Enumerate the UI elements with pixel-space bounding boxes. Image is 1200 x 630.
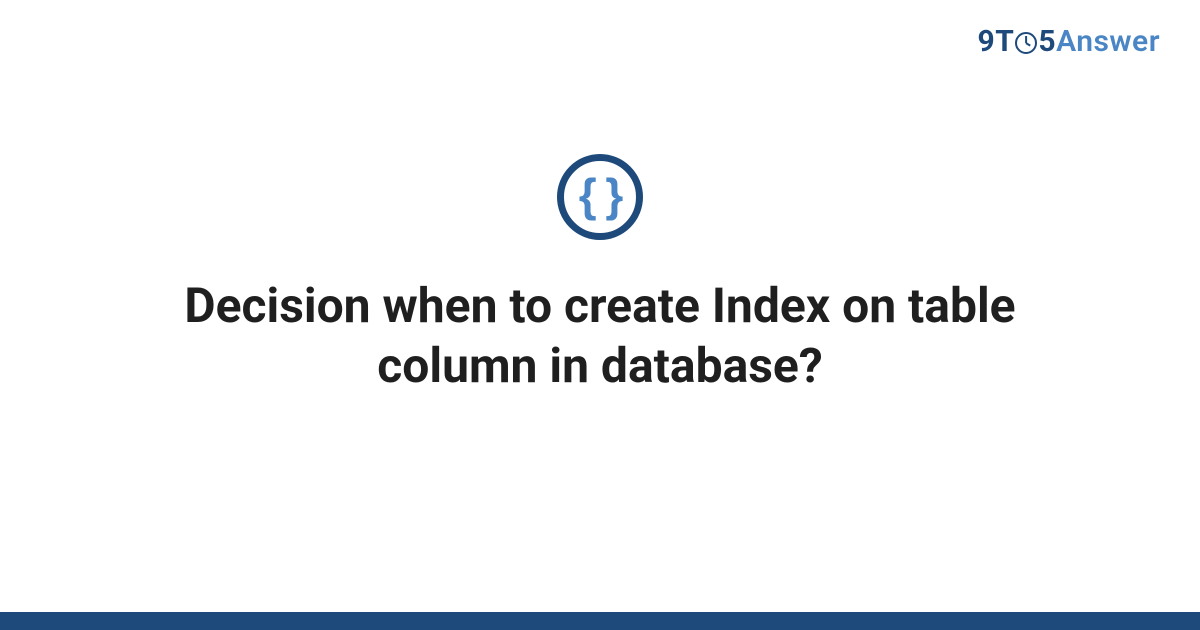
- main-content: { } Decision when to create Index on tab…: [0, 0, 1200, 630]
- footer-bar: [0, 612, 1200, 630]
- category-badge: { }: [557, 154, 643, 240]
- braces-icon: { }: [579, 172, 622, 218]
- question-title: Decision when to create Index on table c…: [140, 276, 1060, 396]
